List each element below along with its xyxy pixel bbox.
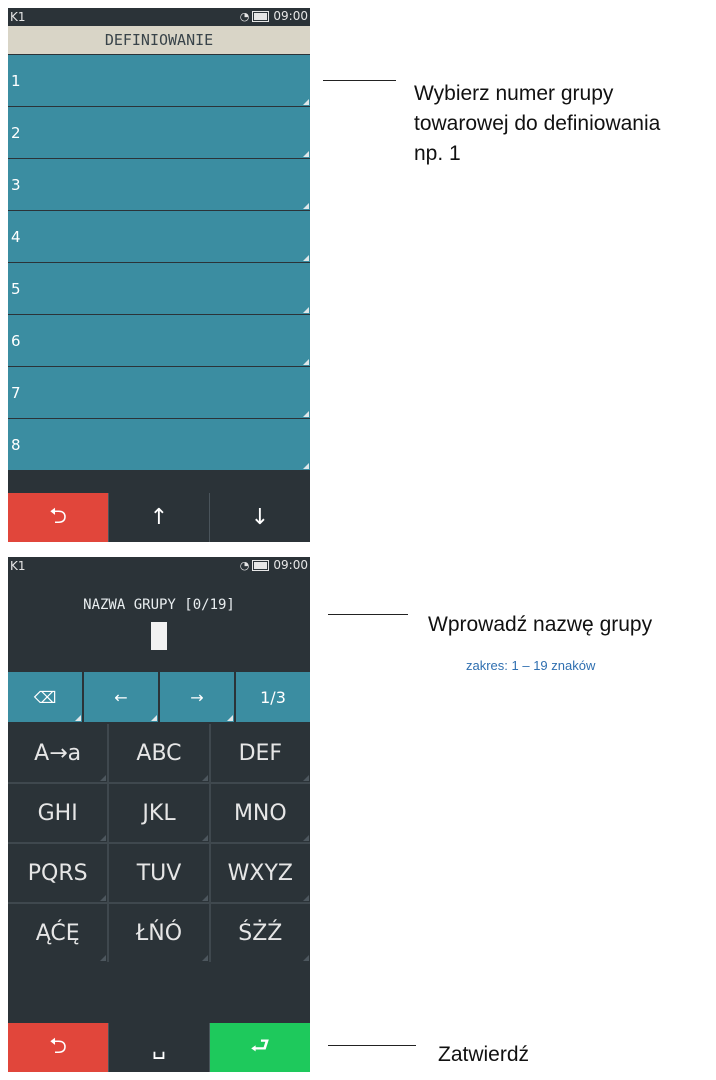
list-item-label: 6 (11, 332, 21, 350)
arrow-right-icon: → (190, 687, 204, 707)
corner-mark-icon (227, 715, 233, 721)
corner-mark-icon (303, 151, 309, 157)
input-prompt: NAZWA GRUPY [0/19] (83, 597, 235, 613)
callout-line (328, 614, 408, 615)
list-item[interactable]: 8 (8, 419, 310, 470)
corner-mark-icon (303, 99, 309, 105)
key-lno-diacritics[interactable]: ŁŃÓ (109, 904, 209, 962)
status-bar: K1 ◔ 09:00 (8, 557, 310, 575)
edit-toolbar: ⌫ ← → 1/3 (8, 672, 310, 722)
list-item-label: 8 (11, 436, 21, 454)
text-cursor (151, 622, 167, 650)
callout-select-group: Wybierz numer grupy towarowej do definio… (414, 82, 661, 165)
corner-mark-icon (303, 255, 309, 261)
status-bar: K1 ◔ 09:00 (8, 8, 310, 26)
bottom-bar: ⮌ ␣ ⮐ (8, 1023, 310, 1072)
key-pqrs[interactable]: PQRS (8, 844, 108, 902)
list-item[interactable]: 7 (8, 367, 310, 418)
list-item-label: 1 (11, 72, 21, 90)
corner-mark-icon (303, 307, 309, 313)
group-list: 1 2 3 4 5 6 7 8 (8, 55, 310, 471)
key-ace-diacritics[interactable]: ĄĆĘ (8, 904, 108, 962)
battery-icon (252, 559, 270, 571)
back-button[interactable]: ⮌ (8, 493, 108, 542)
list-item[interactable]: 6 (8, 315, 310, 366)
backspace-icon: ⌫ (33, 687, 57, 707)
corner-mark-icon (303, 359, 309, 365)
callout-line (323, 80, 396, 81)
key-tuv[interactable]: TUV (109, 844, 209, 902)
corner-mark-icon (303, 203, 309, 209)
cursor-right-button[interactable]: → (160, 672, 234, 722)
name-entry-screen: K1 ◔ 09:00 NAZWA GRUPY [0/19] ⌫ ← → 1/3 … (8, 557, 310, 1072)
key-abc[interactable]: ABC (109, 724, 209, 782)
register-id: K1 (10, 10, 26, 24)
back-button[interactable]: ⮌ (8, 1023, 108, 1072)
corner-mark-icon (151, 715, 157, 721)
key-mno[interactable]: MNO (210, 784, 310, 842)
bottom-bar: ⮌ ↑ ↓ (8, 493, 310, 542)
wifi-icon: ◔ (239, 9, 250, 23)
down-button[interactable]: ↓ (209, 493, 310, 542)
callout-range: zakres: 1 – 19 znaków (466, 658, 596, 673)
corner-mark-icon (303, 411, 309, 417)
backspace-button[interactable]: ⌫ (8, 672, 82, 722)
space-button[interactable]: ␣ (108, 1023, 209, 1072)
battery-icon (252, 10, 270, 22)
keypad: A→a ABC DEF GHI JKL MNO PQRS TUV WXYZ ĄĆ… (8, 724, 310, 962)
up-button[interactable]: ↑ (108, 493, 209, 542)
list-item-label: 7 (11, 384, 21, 402)
enter-button[interactable]: ⮐ (209, 1023, 310, 1072)
keyboard-page-button[interactable]: 1/3 (236, 672, 310, 722)
register-id: K1 (10, 559, 26, 573)
list-item[interactable]: 1 (8, 55, 310, 106)
callout-line (328, 1045, 416, 1046)
clock: 09:00 (273, 9, 308, 23)
list-item-label: 3 (11, 176, 21, 194)
name-input-area[interactable]: NAZWA GRUPY [0/19] (8, 575, 310, 667)
key-ghi[interactable]: GHI (8, 784, 108, 842)
key-szz-diacritics[interactable]: ŚŻŹ (210, 904, 310, 962)
cursor-left-button[interactable]: ← (84, 672, 158, 722)
list-item[interactable]: 2 (8, 107, 310, 158)
key-def[interactable]: DEF (210, 724, 310, 782)
list-item[interactable]: 3 (8, 159, 310, 210)
key-jkl[interactable]: JKL (109, 784, 209, 842)
clock: 09:00 (273, 558, 308, 572)
callout-enter-name: Wprowadź nazwę grupy (428, 613, 653, 636)
list-item[interactable]: 5 (8, 263, 310, 314)
corner-mark-icon (75, 715, 81, 721)
key-wxyz[interactable]: WXYZ (210, 844, 310, 902)
arrow-left-icon: ← (114, 687, 128, 707)
key-case-toggle[interactable]: A→a (8, 724, 108, 782)
list-item-label: 2 (11, 124, 21, 142)
page-title: DEFINIOWANIE (8, 26, 310, 54)
list-item-label: 4 (11, 228, 21, 246)
list-item[interactable]: 4 (8, 211, 310, 262)
corner-mark-icon (303, 463, 309, 469)
group-list-screen: K1 ◔ 09:00 DEFINIOWANIE 1 2 3 4 5 6 7 8 … (8, 8, 310, 542)
wifi-icon: ◔ (239, 558, 250, 572)
list-item-label: 5 (11, 280, 21, 298)
callout-confirm: Zatwierdź (438, 1043, 530, 1066)
